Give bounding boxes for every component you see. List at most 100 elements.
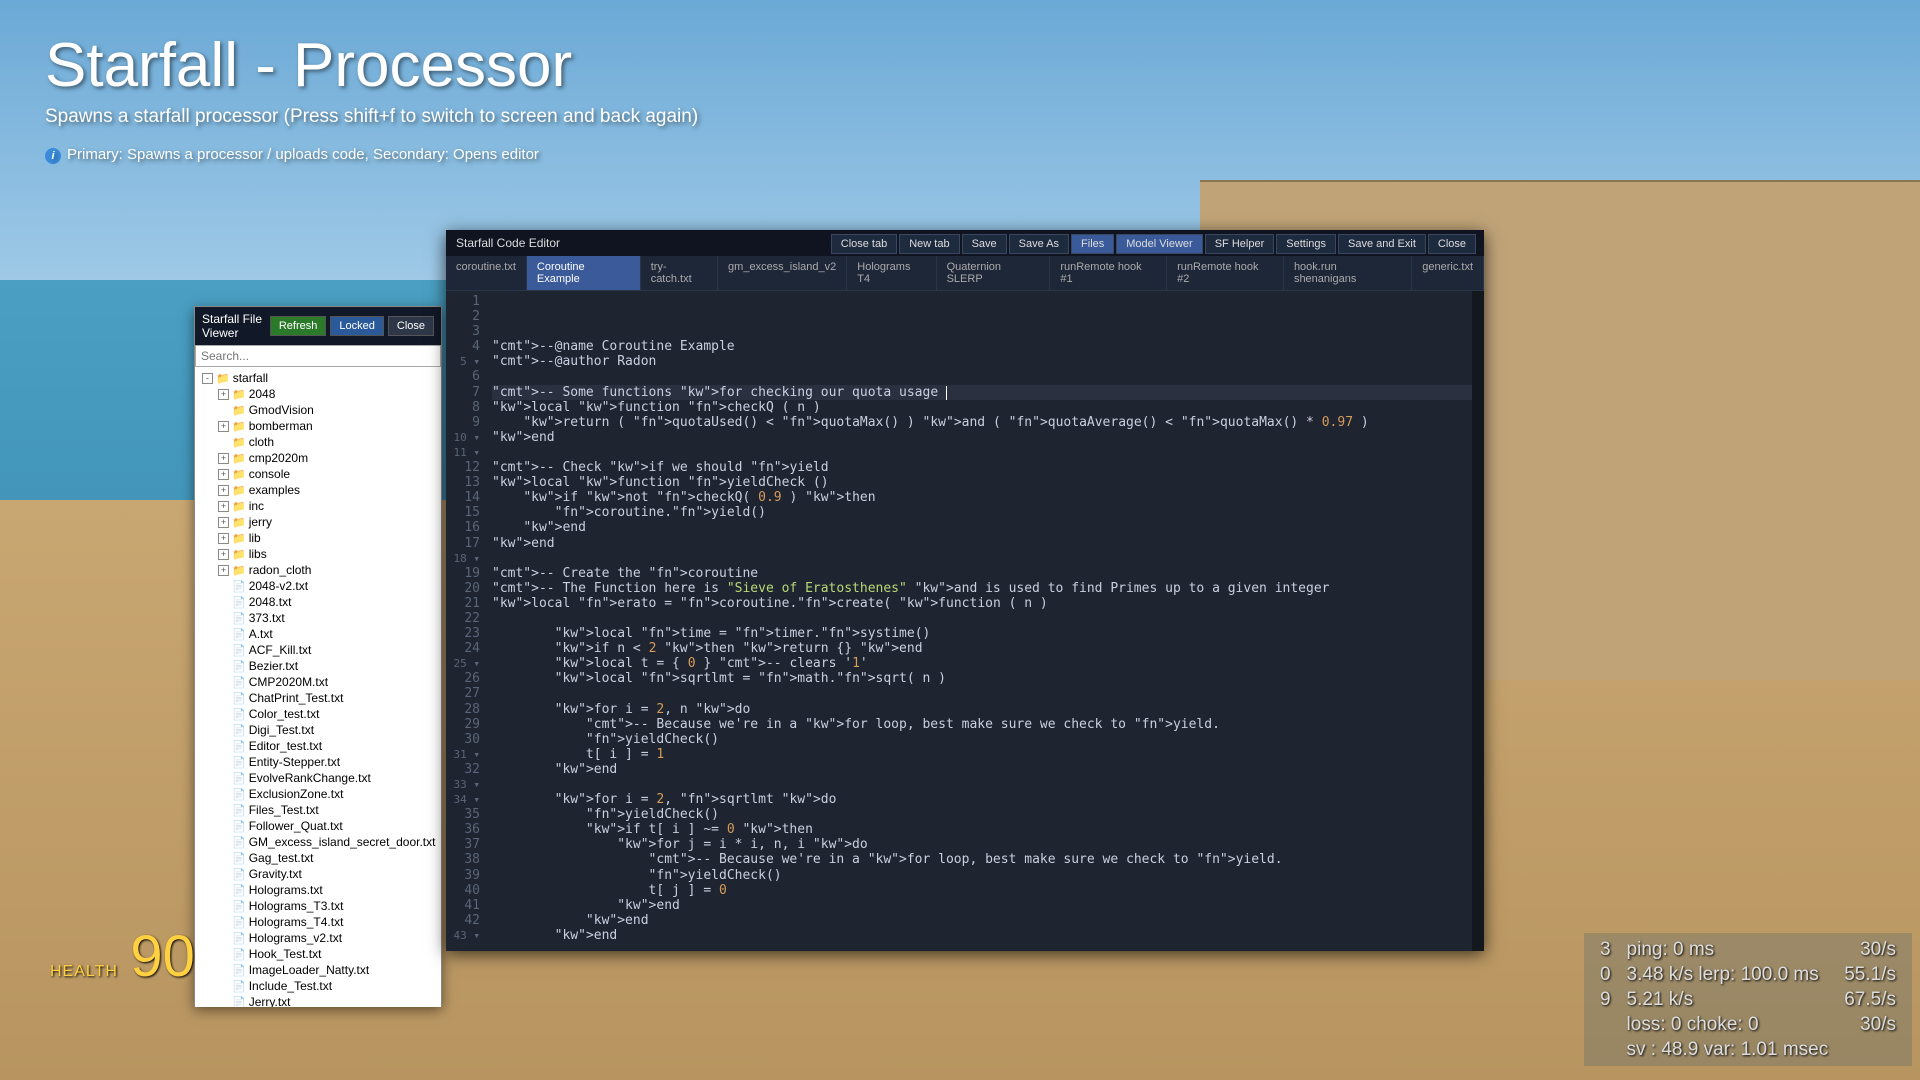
expand-icon[interactable]: + [218,485,229,496]
file-node[interactable]: 📄Bezier.txt [198,658,438,674]
folder-node[interactable]: +📁examples [198,482,438,498]
file-node[interactable]: 📄Color_test.txt [198,706,438,722]
minimap[interactable] [1472,291,1484,951]
folder-icon: 📁 [232,516,246,529]
tree-label: Holograms_T4.txt [249,915,344,929]
folder-node[interactable]: +📁bomberman [198,418,438,434]
file-node[interactable]: 📄Include_Test.txt [198,978,438,994]
tab-generic-txt[interactable]: generic.txt [1412,256,1484,290]
file-icon: 📄 [232,628,246,641]
tree-label: Digi_Test.txt [249,723,314,737]
folder-node[interactable]: +📁console [198,466,438,482]
tab-quaternion-slerp[interactable]: Quaternion SLERP [937,256,1051,290]
tab-coroutine-txt[interactable]: coroutine.txt [446,256,527,290]
tree-label: CMP2020M.txt [249,675,328,689]
expand-icon[interactable]: + [218,517,229,528]
toolbar-save-as[interactable]: Save As [1009,234,1069,254]
file-icon: 📄 [232,884,246,897]
folder-node[interactable]: +📁libs [198,546,438,562]
file-icon: 📄 [232,964,246,977]
file-node[interactable]: 📄Digi_Test.txt [198,722,438,738]
close-button[interactable]: Close [388,316,434,336]
expand-icon [218,917,229,928]
locked-button[interactable]: Locked [330,316,383,336]
file-node[interactable]: 📄ExclusionZone.txt [198,786,438,802]
file-node[interactable]: 📄Holograms_v2.txt [198,930,438,946]
folder-icon: 📁 [232,548,246,561]
file-node[interactable]: 📄Jerry.txt [198,994,438,1007]
expand-icon [218,709,229,720]
tab-coroutine-example[interactable]: Coroutine Example [527,256,641,290]
toolbar-close-tab[interactable]: Close tab [831,234,897,254]
file-node[interactable]: 📄Follower_Quat.txt [198,818,438,834]
toolbar-files[interactable]: Files [1071,234,1114,254]
file-node[interactable]: 📄ImageLoader_Natty.txt [198,962,438,978]
file-node[interactable]: 📄ACF_Kill.txt [198,642,438,658]
file-node[interactable]: 📄A.txt [198,626,438,642]
folder-node[interactable]: +📁lib [198,530,438,546]
file-node[interactable]: 📄373.txt [198,610,438,626]
folder-node[interactable]: +📁cmp2020m [198,450,438,466]
editor-titlebar[interactable]: Starfall Code Editor Close tabNew tabSav… [446,230,1484,256]
file-node[interactable]: 📄Holograms_T4.txt [198,914,438,930]
search-input[interactable] [195,345,441,367]
folder-icon: 📁 [232,500,246,513]
tree-label: ACF_Kill.txt [249,643,312,657]
toolbar-settings[interactable]: Settings [1276,234,1336,254]
folder-node[interactable]: +📁jerry [198,514,438,530]
file-node[interactable]: 📄Editor_test.txt [198,738,438,754]
file-node[interactable]: 📄Files_Test.txt [198,802,438,818]
expand-icon[interactable]: + [218,421,229,432]
expand-icon[interactable]: + [218,453,229,464]
expand-icon[interactable]: + [218,469,229,480]
netgraph-cell [1592,1037,1619,1062]
code-area[interactable]: "cmt">--@name Coroutine Example"cmt">--@… [486,291,1484,951]
file-viewer-titlebar[interactable]: Starfall File Viewer Refresh Locked Clos… [195,307,441,345]
tree-label: Follower_Quat.txt [249,819,343,833]
folder-node[interactable]: +📁inc [198,498,438,514]
refresh-button[interactable]: Refresh [270,316,327,336]
file-node[interactable]: 📄ChatPrint_Test.txt [198,690,438,706]
file-node[interactable]: 📄Holograms.txt [198,882,438,898]
expand-icon[interactable]: - [202,373,213,384]
folder-node[interactable]: -📁starfall [198,370,438,386]
folder-node[interactable]: +📁radon_cloth [198,562,438,578]
tab-try-catch-txt[interactable]: try-catch.txt [641,256,718,290]
editor-body[interactable]: 12345 ▾678910 ▾11 ▾12131415161718 ▾19202… [446,291,1484,951]
file-node[interactable]: 📄Holograms_T3.txt [198,898,438,914]
expand-icon[interactable]: + [218,549,229,560]
folder-node[interactable]: 📁GmodVision [198,402,438,418]
file-viewer: Starfall File Viewer Refresh Locked Clos… [194,306,442,1006]
tab-runremote-hook-2[interactable]: runRemote hook #2 [1167,256,1284,290]
expand-icon[interactable]: + [218,533,229,544]
toolbar-new-tab[interactable]: New tab [899,234,959,254]
toolbar-sf-helper[interactable]: SF Helper [1205,234,1275,254]
tab-runremote-hook-1[interactable]: runRemote hook #1 [1050,256,1167,290]
folder-node[interactable]: +📁2048 [198,386,438,402]
expand-icon[interactable]: + [218,389,229,400]
file-node[interactable]: 📄Hook_Test.txt [198,946,438,962]
file-tree[interactable]: -📁starfall+📁2048📁GmodVision+📁bomberman📁c… [195,367,441,1007]
expand-icon[interactable]: + [218,501,229,512]
tab-hook-run-shenanigans[interactable]: hook.run shenanigans [1284,256,1412,290]
toolbar-close[interactable]: Close [1428,234,1476,254]
expand-icon[interactable]: + [218,565,229,576]
toolbar-save[interactable]: Save [962,234,1007,254]
toolbar-model-viewer[interactable]: Model Viewer [1116,234,1202,254]
file-icon: 📄 [232,692,246,705]
file-node[interactable]: 📄GM_excess_island_secret_door.txt [198,834,438,850]
file-node[interactable]: 📄EvolveRankChange.txt [198,770,438,786]
expand-icon [218,837,229,848]
folder-node[interactable]: 📁cloth [198,434,438,450]
toolbar-save-and-exit[interactable]: Save and Exit [1338,234,1426,254]
file-node[interactable]: 📄2048-v2.txt [198,578,438,594]
file-node[interactable]: 📄2048.txt [198,594,438,610]
file-node[interactable]: 📄Entity-Stepper.txt [198,754,438,770]
tab-holograms-t4[interactable]: Holograms T4 [847,256,936,290]
file-node[interactable]: 📄Gag_test.txt [198,850,438,866]
file-node[interactable]: 📄Gravity.txt [198,866,438,882]
expand-icon [218,821,229,832]
tab-gm-excess-island-v2[interactable]: gm_excess_island_v2 [718,256,847,290]
file-node[interactable]: 📄CMP2020M.txt [198,674,438,690]
netgraph-cell: 55.1/s [1836,962,1904,987]
